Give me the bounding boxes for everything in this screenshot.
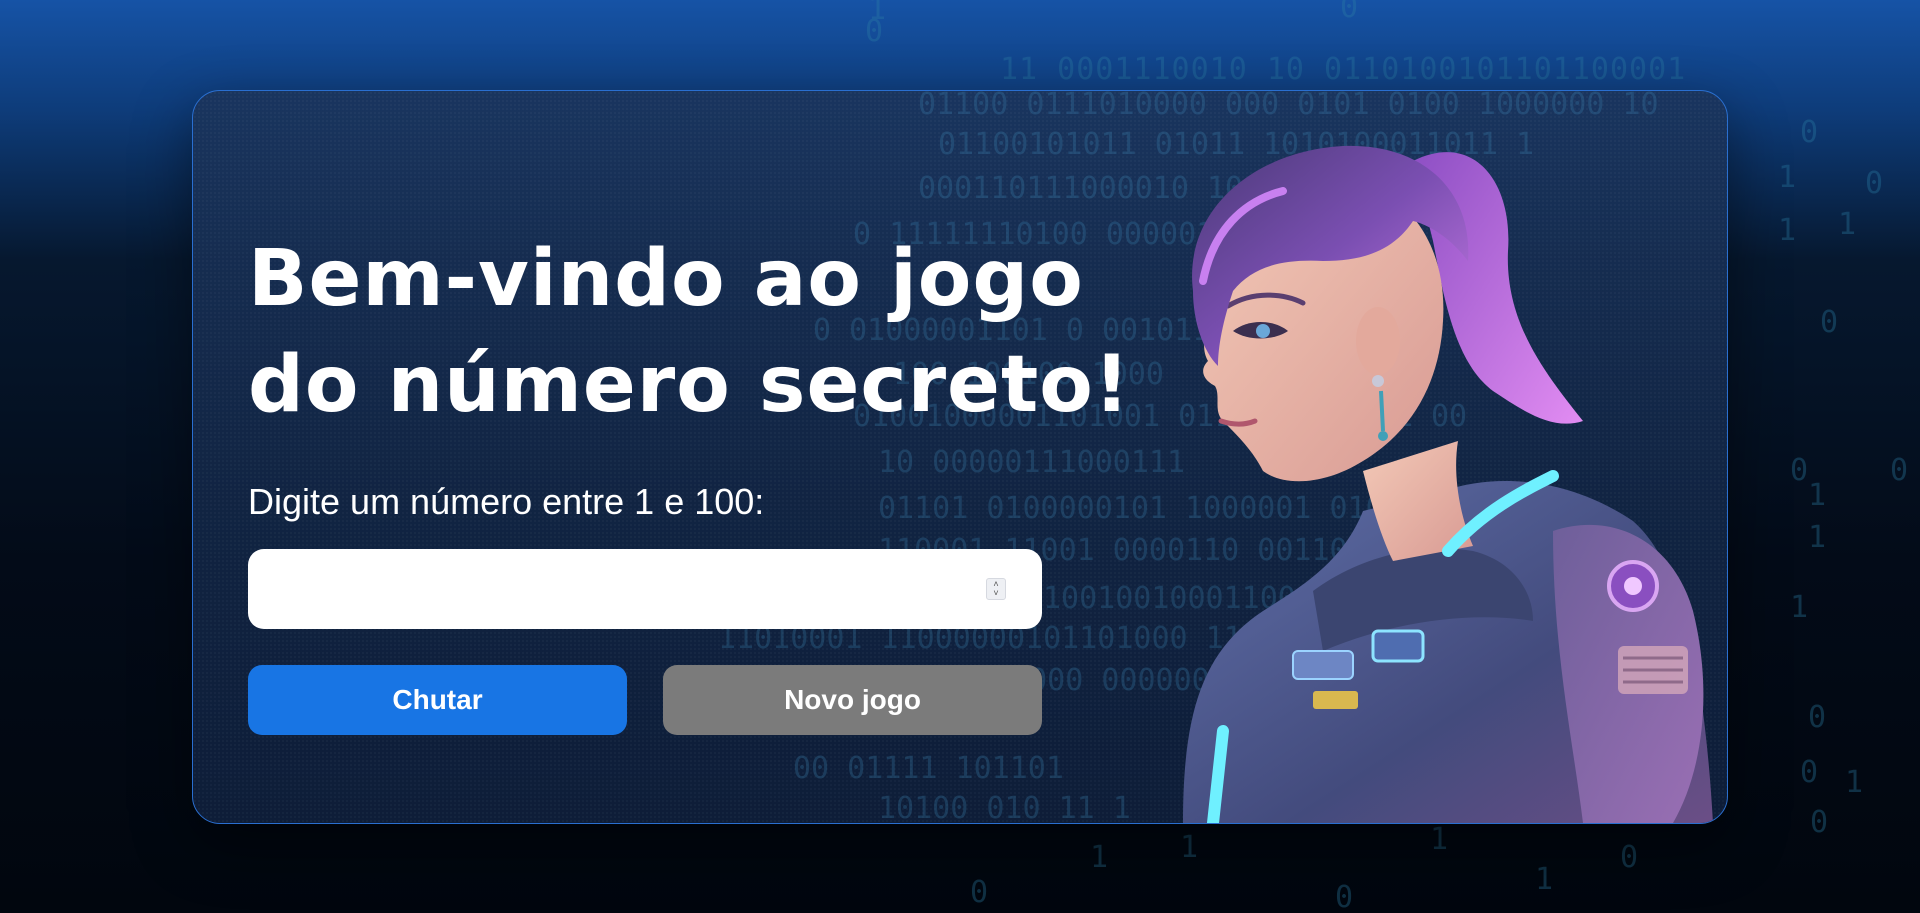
number-spinner-icon[interactable]: ˄ ˅ xyxy=(986,578,1006,600)
astronaut-girl-illustration xyxy=(1183,145,1713,823)
title-line-2: do número secreto! xyxy=(248,340,1131,430)
new-game-button[interactable]: Novo jogo xyxy=(663,665,1042,735)
binary-row: 00 01111 101101 xyxy=(793,751,1064,786)
guess-button[interactable]: Chutar xyxy=(248,665,627,735)
page-title: Bem-vindo ao jogo do número secreto! xyxy=(248,226,1130,438)
binary-row: 11 0001110010 10 0110100101101100001 xyxy=(1000,52,1687,87)
guess-input[interactable] xyxy=(248,549,1042,629)
title-line-1: Bem-vindo ao jogo xyxy=(248,234,1084,324)
game-card: 01100 0111010000 000 0101 0100 1000000 1… xyxy=(192,90,1728,824)
guess-prompt: Digite um número entre 1 e 100: xyxy=(248,481,765,522)
binary-row: 10100 010 11 1 xyxy=(878,791,1131,824)
